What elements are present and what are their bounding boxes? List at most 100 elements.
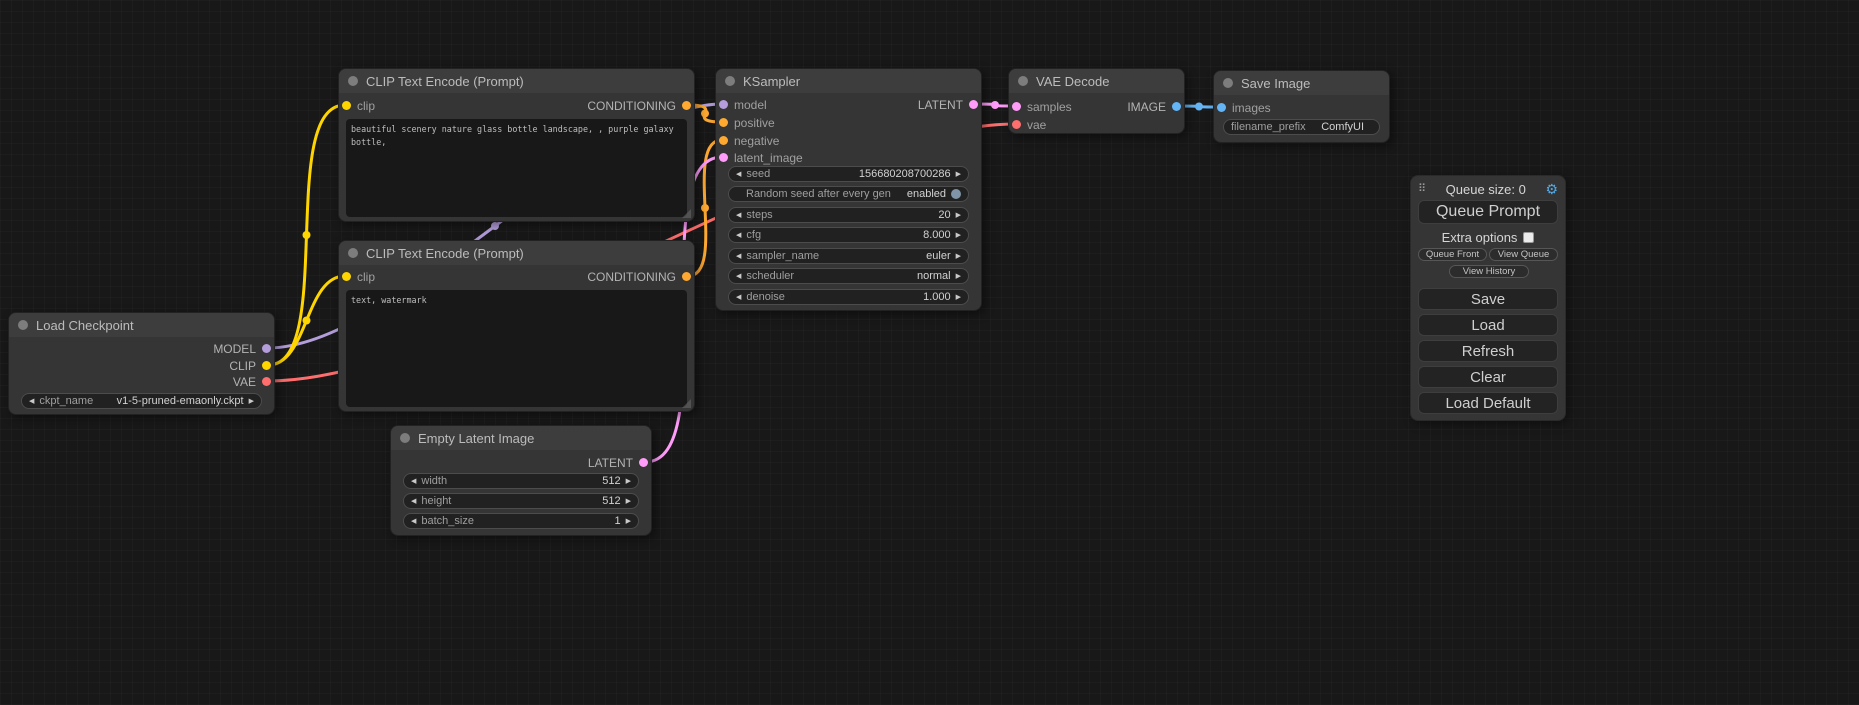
arrow-right-icon[interactable]: ▶ [626,518,631,525]
node-load-checkpoint[interactable]: Load Checkpoint MODEL CLIP VAE ◀ ckpt_na… [8,312,275,415]
queue-prompt-button[interactable]: Queue Prompt [1418,200,1558,224]
clear-button[interactable]: Clear [1418,366,1558,388]
widget-height[interactable]: ◀ height 512 ▶ [403,493,639,509]
arrow-left-icon[interactable]: ◀ [736,232,741,239]
input-port-clip[interactable] [342,272,351,281]
resize-handle[interactable] [682,209,691,218]
output-port-image[interactable] [1172,102,1181,111]
widget-seed[interactable]: ◀ seed 156680208700286 ▶ [728,166,969,182]
widget-filename-prefix[interactable]: filename_prefix ComfyUI [1223,119,1380,135]
widget-width[interactable]: ◀ width 512 ▶ [403,473,639,489]
widget-steps[interactable]: ◀ steps 20 ▶ [728,207,969,223]
extra-options-checkbox[interactable] [1523,232,1534,243]
node-title-bar[interactable]: KSampler [716,69,981,93]
output-port-conditioning[interactable] [682,272,691,281]
arrow-right-icon[interactable]: ▶ [249,398,254,405]
node-collapse-dot[interactable] [400,433,410,443]
widget-sampler-name[interactable]: ◀ sampler_name euler ▶ [728,248,969,264]
arrow-right-icon[interactable]: ▶ [956,232,961,239]
node-ksampler[interactable]: KSampler model LATENT positive negative … [715,68,982,311]
widget-cfg[interactable]: ◀ cfg 8.000 ▶ [728,227,969,243]
widget-name: batch_size [421,515,474,527]
node-empty-latent-image[interactable]: Empty Latent Image LATENT ◀ width 512 ▶ … [390,425,652,536]
arrow-right-icon[interactable]: ▶ [626,498,631,505]
widget-ckpt-name[interactable]: ◀ ckpt_name v1-5-pruned-emaonly.ckpt ▶ [21,393,262,409]
view-history-button[interactable]: View History [1449,265,1529,278]
widget-batch-size[interactable]: ◀ batch_size 1 ▶ [403,513,639,529]
drag-handle-icon[interactable]: ⠿ [1418,184,1426,195]
output-port-conditioning[interactable] [682,101,691,110]
arrow-left-icon[interactable]: ◀ [736,171,741,178]
slot-label: CLIP [229,359,256,373]
slot-label: CONDITIONING [587,270,676,284]
arrow-right-icon[interactable]: ▶ [956,212,961,219]
node-title-bar[interactable]: CLIP Text Encode (Prompt) [339,241,694,265]
input-port-latent-image[interactable] [719,153,728,162]
input-port-samples[interactable] [1012,102,1021,111]
output-port-latent[interactable] [969,100,978,109]
arrow-right-icon[interactable]: ▶ [956,171,961,178]
slot-label: MODEL [213,342,256,356]
input-port-clip[interactable] [342,101,351,110]
node-title: VAE Decode [1036,74,1109,89]
output-port-vae[interactable] [262,377,271,386]
arrow-left-icon[interactable]: ◀ [736,273,741,280]
node-graph-canvas[interactable]: Load Checkpoint MODEL CLIP VAE ◀ ckpt_na… [0,0,1859,705]
arrow-right-icon[interactable]: ▶ [956,253,961,260]
input-port-images[interactable] [1217,103,1226,112]
arrow-left-icon[interactable]: ◀ [29,398,34,405]
node-vae-decode[interactable]: VAE Decode samples IMAGE vae [1008,68,1185,134]
node-collapse-dot[interactable] [18,320,28,330]
slot-label: LATENT [588,456,633,470]
input-slot-vae: vae [1009,118,1046,132]
link-midpoint-dot [303,231,311,239]
widget-denoise[interactable]: ◀ denoise 1.000 ▶ [728,289,969,305]
input-port-vae[interactable] [1012,120,1021,129]
view-queue-button[interactable]: View Queue [1489,248,1558,261]
node-collapse-dot[interactable] [1223,78,1233,88]
link-midpoint-dot [991,101,999,109]
toggle-indicator[interactable] [951,189,961,199]
node-collapse-dot[interactable] [725,76,735,86]
node-title-bar[interactable]: Empty Latent Image [391,426,651,450]
input-port-model[interactable] [719,100,728,109]
arrow-right-icon[interactable]: ▶ [626,478,631,485]
node-collapse-dot[interactable] [348,248,358,258]
node-clip-text-encode-negative[interactable]: CLIP Text Encode (Prompt) clip CONDITION… [338,240,695,412]
node-title-bar[interactable]: CLIP Text Encode (Prompt) [339,69,694,93]
prompt-textarea[interactable]: text, watermark [346,290,687,407]
node-title-bar[interactable]: VAE Decode [1009,69,1184,93]
arrow-left-icon[interactable]: ◀ [411,498,416,505]
resize-handle[interactable] [682,399,691,408]
refresh-button[interactable]: Refresh [1418,340,1558,362]
arrow-left-icon[interactable]: ◀ [736,253,741,260]
arrow-left-icon[interactable]: ◀ [736,212,741,219]
arrow-right-icon[interactable]: ▶ [956,273,961,280]
output-port-latent[interactable] [639,458,648,467]
widget-scheduler[interactable]: ◀ scheduler normal ▶ [728,268,969,284]
arrow-left-icon[interactable]: ◀ [736,294,741,301]
load-default-button[interactable]: Load Default [1418,392,1558,414]
output-port-clip[interactable] [262,361,271,370]
widget-random-seed-toggle[interactable]: Random seed after every gen enabled [728,186,969,202]
node-collapse-dot[interactable] [1018,76,1028,86]
input-port-positive[interactable] [719,118,728,127]
save-button[interactable]: Save [1418,288,1558,310]
queue-front-button[interactable]: Queue Front [1418,248,1487,261]
node-collapse-dot[interactable] [348,76,358,86]
output-port-model[interactable] [262,344,271,353]
settings-gear-icon[interactable]: ⚙ [1545,182,1558,196]
prompt-textarea[interactable]: beautiful scenery nature glass bottle la… [346,119,687,217]
arrow-right-icon[interactable]: ▶ [956,294,961,301]
node-title-bar[interactable]: Load Checkpoint [9,313,274,337]
arrow-left-icon[interactable]: ◀ [411,518,416,525]
load-button[interactable]: Load [1418,314,1558,336]
input-port-negative[interactable] [719,136,728,145]
input-slot-clip: clip [339,99,375,113]
slot-label: clip [357,270,375,284]
arrow-left-icon[interactable]: ◀ [411,478,416,485]
node-clip-text-encode-positive[interactable]: CLIP Text Encode (Prompt) clip CONDITION… [338,68,695,222]
node-title-bar[interactable]: Save Image [1214,71,1389,95]
node-save-image[interactable]: Save Image images filename_prefix ComfyU… [1213,70,1390,143]
slot-label: images [1232,101,1271,115]
